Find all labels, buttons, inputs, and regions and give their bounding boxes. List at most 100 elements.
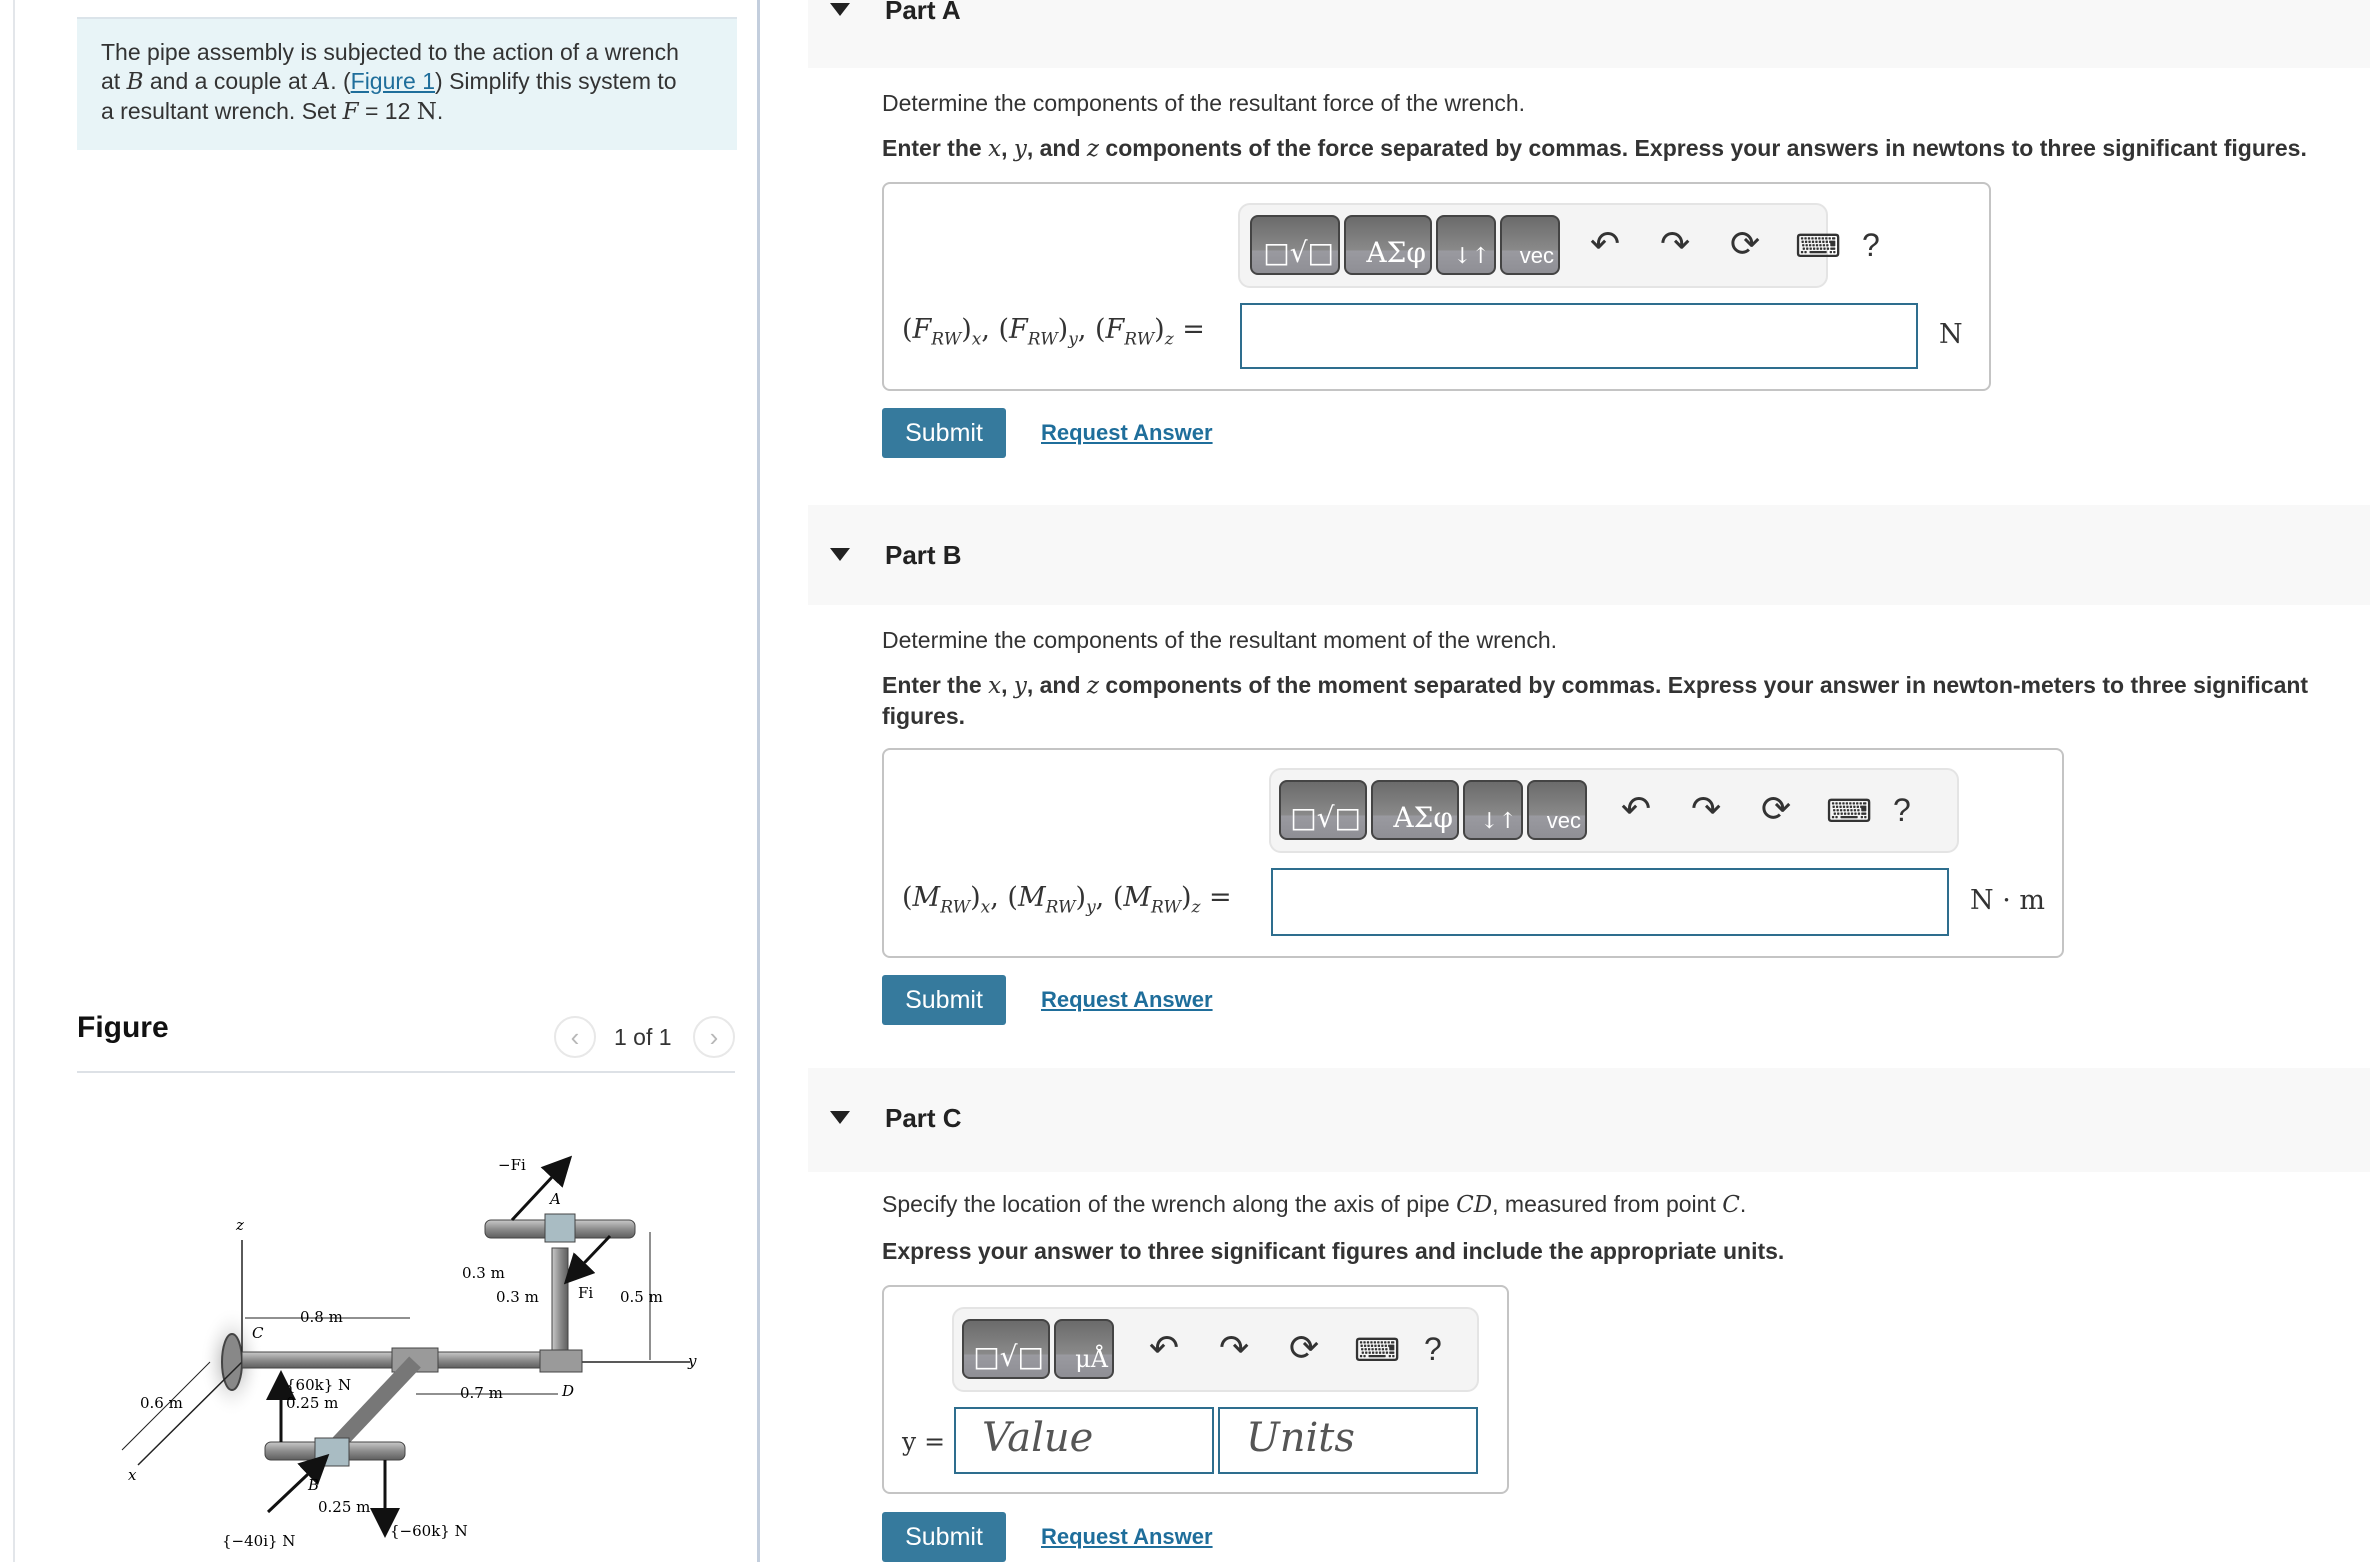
- templates-button[interactable]: □√□: [962, 1319, 1050, 1379]
- part-a-answer-box: □√□ ΑΣφ ↓↑ vec ↶ ↷ ⟳ ⌨ ? (FRW)x, (FRW)y,…: [882, 182, 1991, 391]
- part-c-answer-box: □√□ μÅ ↶ ↷ ⟳ ⌨ ? y = Value Units: [882, 1285, 1509, 1494]
- part-c-instruction: Express your answer to three significant…: [882, 1238, 1785, 1264]
- label-0-3a: 0.3 m: [462, 1264, 505, 1282]
- part-c-submit-button[interactable]: Submit: [882, 1512, 1006, 1562]
- undo-icon[interactable]: ↶: [1149, 1327, 1179, 1369]
- label-0-8: 0.8 m: [300, 1308, 343, 1326]
- label-a: A: [548, 1190, 561, 1208]
- part-a-answer-input[interactable]: [1240, 303, 1918, 369]
- templates-icon: □√□: [973, 1340, 1044, 1373]
- part-b-answer-input[interactable]: [1271, 868, 1949, 936]
- part-a-math-toolbar: □√□ ΑΣφ ↓↑ vec ↶ ↷ ⟳ ⌨ ?: [1238, 203, 1880, 288]
- part-b-instruction: Enter the x, y, and z components of the …: [882, 672, 2309, 729]
- vector-button[interactable]: vec: [1527, 780, 1587, 840]
- help-icon[interactable]: ?: [1862, 227, 1880, 264]
- chevron-left-icon: ‹: [570, 1021, 580, 1052]
- label-0-25b: 0.25 m: [318, 1498, 370, 1516]
- figure-title: Figure: [77, 1011, 169, 1044]
- part-c-request-answer-link[interactable]: Request Answer: [1041, 1524, 1213, 1550]
- label-neg60k: {−60k} N: [390, 1522, 468, 1540]
- templates-icon: □√□: [1290, 801, 1361, 834]
- greek-icon: ΑΣφ: [1366, 236, 1426, 269]
- part-a-title: Part A: [885, 0, 961, 25]
- previous-figure-button[interactable]: ‹: [554, 1016, 596, 1058]
- part-c-units-input[interactable]: Units: [1218, 1407, 1478, 1474]
- arrows-icon: ↓↑: [1453, 244, 1490, 269]
- arrows-button[interactable]: ↓↑: [1463, 780, 1523, 840]
- label-fi: Fi: [578, 1284, 593, 1302]
- greek-icon: ΑΣφ: [1393, 801, 1453, 834]
- help-icon[interactable]: ?: [1424, 1331, 1442, 1368]
- vector-button[interactable]: vec: [1500, 215, 1560, 275]
- pipe-da: [551, 1247, 569, 1365]
- pane-divider[interactable]: [757, 0, 760, 1562]
- label-neg40i: {−40i} N: [222, 1532, 295, 1550]
- part-a-label: (FRW)x, (FRW)y, (FRW)z =: [902, 314, 1205, 350]
- redo-icon[interactable]: ↷: [1219, 1327, 1249, 1369]
- elbow-d: [539, 1349, 583, 1373]
- collapse-triangle-icon: [830, 548, 850, 561]
- left-pane-border: [13, 0, 15, 1562]
- fitting-a: [544, 1213, 576, 1243]
- part-a-unit: N: [1939, 319, 1963, 350]
- force-fi-arrow: [563, 1234, 612, 1285]
- label-d: D: [561, 1382, 574, 1400]
- value-placeholder: Value: [982, 1415, 1094, 1461]
- greek-symbols-button[interactable]: ΑΣφ: [1371, 780, 1459, 840]
- keyboard-icon[interactable]: ⌨: [1826, 792, 1872, 830]
- part-c-label: y =: [902, 1427, 946, 1456]
- part-a-header[interactable]: Part A: [808, 0, 2370, 68]
- label-0-5: 0.5 m: [620, 1288, 663, 1306]
- units-icon: μÅ: [1075, 1345, 1108, 1373]
- part-b-request-answer-link[interactable]: Request Answer: [1041, 987, 1213, 1013]
- undo-icon[interactable]: ↶: [1621, 788, 1651, 830]
- vector-icon: vec: [1519, 243, 1554, 268]
- vector-icon: vec: [1546, 808, 1581, 833]
- label-c: C: [252, 1324, 264, 1342]
- arrows-button[interactable]: ↓↑: [1436, 215, 1496, 275]
- templates-button[interactable]: □√□: [1250, 215, 1340, 275]
- part-b-label: (MRW)x, (MRW)y, (MRW)z =: [902, 882, 1232, 918]
- collapse-triangle-icon: [830, 3, 850, 16]
- part-c-value-input[interactable]: Value: [954, 1407, 1214, 1474]
- label-60k: {60k} N: [286, 1376, 351, 1394]
- templates-button[interactable]: □√□: [1279, 780, 1367, 840]
- keyboard-icon[interactable]: ⌨: [1795, 227, 1841, 265]
- label-0-25a: 0.25 m: [286, 1394, 338, 1412]
- label-neg-fi: −Fi: [498, 1156, 526, 1174]
- part-c-header[interactable]: Part C: [808, 1068, 2370, 1172]
- reset-icon[interactable]: ⟳: [1730, 223, 1760, 265]
- part-c-prompt: Specify the location of the wrench along…: [882, 1191, 1747, 1218]
- label-z: z: [235, 1216, 244, 1234]
- help-icon[interactable]: ?: [1893, 792, 1911, 829]
- units-placeholder: Units: [1246, 1415, 1355, 1461]
- keyboard-icon[interactable]: ⌨: [1354, 1331, 1400, 1369]
- chevron-right-icon: ›: [709, 1021, 719, 1052]
- part-b-submit-button[interactable]: Submit: [882, 975, 1006, 1025]
- reset-icon[interactable]: ⟳: [1289, 1327, 1319, 1369]
- part-a-submit-button[interactable]: Submit: [882, 408, 1006, 458]
- figure-divider: [77, 1071, 735, 1073]
- greek-symbols-button[interactable]: ΑΣφ: [1344, 215, 1432, 275]
- part-c-math-toolbar: □√□ μÅ ↶ ↷ ⟳ ⌨ ?: [952, 1307, 1479, 1392]
- undo-icon[interactable]: ↶: [1590, 223, 1620, 265]
- label-0-3b: 0.3 m: [496, 1288, 539, 1306]
- flange-c: [221, 1333, 243, 1391]
- part-b-answer-box: □√□ ΑΣφ ↓↑ vec ↶ ↷ ⟳ ⌨ ? (MRW)x, (MRW)y,…: [882, 748, 2064, 958]
- figure-link[interactable]: Figure 1: [351, 68, 435, 94]
- next-figure-button[interactable]: ›: [693, 1016, 735, 1058]
- collapse-triangle-icon: [830, 1111, 850, 1124]
- part-a-request-answer-link[interactable]: Request Answer: [1041, 420, 1213, 446]
- part-b-prompt: Determine the components of the resultan…: [882, 627, 1558, 653]
- redo-icon[interactable]: ↷: [1660, 223, 1690, 265]
- part-a-instruction: Enter the x, y, and z components of the …: [882, 135, 2307, 162]
- part-b-header[interactable]: Part B: [808, 505, 2370, 605]
- label-0-6: 0.6 m: [140, 1394, 183, 1412]
- redo-icon[interactable]: ↷: [1691, 788, 1721, 830]
- problem-statement: The pipe assembly is subjected to the ac…: [101, 39, 679, 125]
- label-0-7: 0.7 m: [460, 1384, 503, 1402]
- part-a-prompt: Determine the components of the resultan…: [882, 90, 1526, 116]
- units-button[interactable]: μÅ: [1054, 1319, 1114, 1379]
- reset-icon[interactable]: ⟳: [1761, 788, 1791, 830]
- part-b-title: Part B: [885, 540, 962, 570]
